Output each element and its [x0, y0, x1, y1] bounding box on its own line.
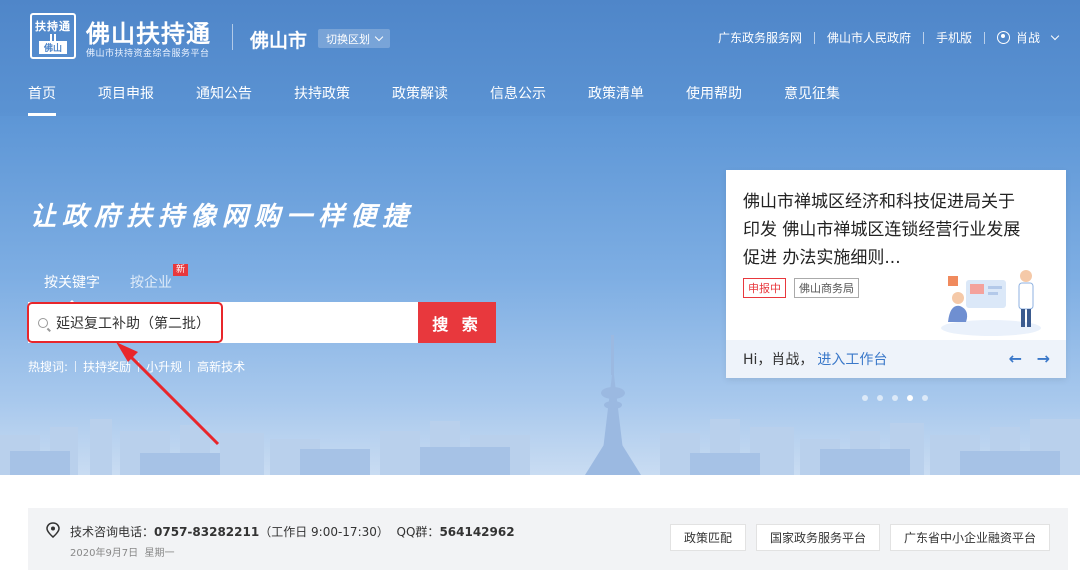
- brand-subtitle: 佛山市扶持资金综合服务平台: [86, 49, 210, 59]
- logo-text-top: 扶持通: [35, 20, 71, 33]
- nav-notices[interactable]: 通知公告: [196, 80, 252, 116]
- user-menu[interactable]: 肖战: [985, 29, 1060, 46]
- arrow-right-icon[interactable]: →: [1037, 349, 1050, 368]
- carousel-dots: [862, 395, 928, 401]
- qq-number: 564142962: [439, 525, 515, 539]
- search-button[interactable]: 搜 索: [418, 302, 496, 343]
- user-name: 肖战: [1015, 31, 1040, 45]
- workbench-link[interactable]: 进入工作台: [817, 349, 887, 369]
- hot-word[interactable]: 高新技术: [197, 358, 245, 375]
- carousel-dot[interactable]: [877, 395, 883, 401]
- hot-separator: [75, 361, 77, 372]
- hot-word[interactable]: 扶持奖励: [83, 358, 131, 375]
- org-badge: 佛山商务局: [794, 278, 859, 298]
- hot-search-label: 热搜词:: [28, 360, 69, 374]
- main-nav: 首页 项目申报 通知公告 扶持政策 政策解读 信息公示 政策清单 使用帮助 意见…: [0, 80, 1080, 116]
- contact-line: 技术咨询电话：0757-83282211（工作日 9:00-17:30） QQ群…: [70, 523, 515, 540]
- tower-icon: [50, 34, 56, 41]
- link-mobile[interactable]: 手机版: [924, 29, 984, 46]
- search-icon: [38, 317, 48, 328]
- brand-title: 佛山扶持通: [86, 20, 211, 48]
- user-icon: [996, 31, 1010, 44]
- card-footer: Hi，肖战， 进入工作台 ← →: [726, 340, 1066, 378]
- hot-search-words: 热搜词: 扶持奖励 小升规 高新技术: [28, 358, 245, 375]
- hero-banner: 让政府扶持像网购一样便捷 按关键字 按企业 新 搜 索 热搜词: 扶持奖励 小升…: [0, 116, 1080, 475]
- hot-separator: [189, 361, 191, 372]
- nav-policy-list[interactable]: 政策清单: [588, 80, 644, 116]
- arrow-left-icon[interactable]: ←: [1009, 349, 1022, 368]
- policy-card[interactable]: 佛山市禅城区经济和科技促进局关于印发 佛山市禅城区连锁经营行业发展促进 办法实施…: [726, 170, 1066, 378]
- top-links: 广东政务服务网 佛山市人民政府 手机版 肖战: [706, 29, 1060, 46]
- tab-by-enterprise-label: 按企业: [130, 275, 172, 291]
- carousel-dot[interactable]: [922, 395, 928, 401]
- header-divider: [232, 24, 233, 50]
- carousel-dot[interactable]: [862, 395, 868, 401]
- site-header: 扶持通 佛山 佛山扶持通 佛山市扶持资金综合服务平台 佛山市 切换区划 广东政务…: [0, 0, 1080, 116]
- hot-word[interactable]: 小升规: [146, 358, 182, 375]
- phone-number: 0757-83282211: [154, 525, 260, 539]
- chevron-down-icon: [374, 32, 384, 42]
- site-logo[interactable]: 扶持通 佛山: [30, 13, 76, 59]
- date-line: 2020年9月7日 星期一: [70, 544, 175, 559]
- link-guangdong-gov[interactable]: 广东政务服务网: [706, 29, 814, 46]
- new-badge: 新: [172, 264, 188, 276]
- link-foshan-gov[interactable]: 佛山市人民政府: [815, 29, 923, 46]
- nav-project-apply[interactable]: 项目申报: [98, 80, 154, 116]
- tab-by-enterprise[interactable]: 按企业 新: [130, 264, 188, 298]
- working-hours: （工作日 9:00-17:30）: [259, 525, 389, 539]
- search-box: [28, 302, 418, 343]
- quick-links: 政策匹配 国家政务服务平台 广东省中小企业融资平台: [669, 524, 1050, 551]
- search-mode-tabs: 按关键字 按企业 新: [44, 264, 188, 306]
- switch-district-label: 切换区划: [326, 32, 370, 46]
- policy-card-title[interactable]: 佛山市禅城区经济和科技促进局关于印发 佛山市禅城区连锁经营行业发展促进 办法实施…: [743, 188, 1023, 272]
- qq-label: QQ群：: [396, 525, 440, 539]
- logo-text-bottom: 佛山: [38, 41, 67, 54]
- location-pin-icon: [46, 522, 60, 538]
- nav-policy-interpretation[interactable]: 政策解读: [392, 80, 448, 116]
- nav-info-publicity[interactable]: 信息公示: [490, 80, 546, 116]
- support-info-bar: 技术咨询电话：0757-83282211（工作日 9:00-17:30） QQ群…: [28, 508, 1068, 570]
- status-badge: 申报中: [743, 278, 786, 298]
- search-input[interactable]: [56, 314, 356, 331]
- nav-support-policy[interactable]: 扶持政策: [294, 80, 350, 116]
- hero-slogan: 让政府扶持像网购一样便捷: [30, 202, 415, 232]
- tab-by-keyword[interactable]: 按关键字: [44, 272, 100, 306]
- carousel-dot[interactable]: [892, 395, 898, 401]
- current-date: 2020年9月7日: [70, 548, 139, 559]
- phone-label: 技术咨询电话：: [70, 525, 155, 539]
- carousel-dot-active[interactable]: [907, 395, 913, 401]
- current-weekday: 星期一: [144, 548, 175, 559]
- chevron-down-icon: [1050, 31, 1060, 41]
- nav-feedback[interactable]: 意见征集: [784, 80, 840, 116]
- switch-district-button[interactable]: 切换区划: [318, 29, 390, 48]
- national-gov-platform-button[interactable]: 国家政务服务平台: [755, 524, 880, 551]
- consultation-illustration: [941, 270, 1041, 336]
- nav-home[interactable]: 首页: [28, 80, 56, 116]
- hot-separator: [138, 361, 140, 372]
- policy-match-button[interactable]: 政策匹配: [669, 524, 746, 551]
- greeting-text: Hi，肖战，: [743, 352, 814, 368]
- gd-sme-finance-platform-button[interactable]: 广东省中小企业融资平台: [889, 524, 1050, 551]
- nav-help[interactable]: 使用帮助: [686, 80, 742, 116]
- city-name: 佛山市: [250, 30, 308, 52]
